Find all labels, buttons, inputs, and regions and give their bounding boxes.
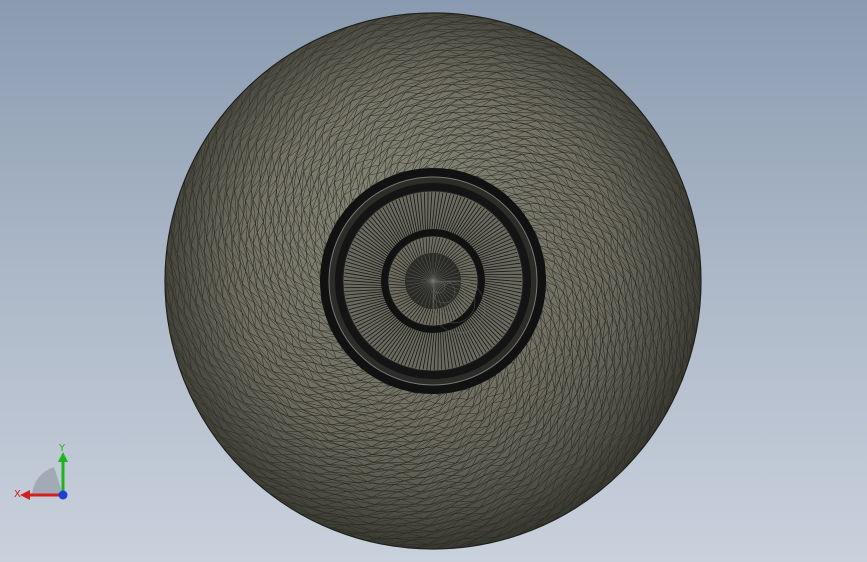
z-axis-dot-icon bbox=[58, 490, 68, 500]
triad-plane-icon bbox=[32, 467, 63, 495]
mesh-model[interactable] bbox=[0, 0, 867, 562]
y-axis-label: Y bbox=[58, 443, 66, 454]
axis-triad: Y X bbox=[14, 443, 68, 500]
hub-assembly bbox=[320, 168, 546, 394]
x-axis-arrow-icon bbox=[20, 490, 30, 500]
graphics-viewport[interactable]: Y X bbox=[0, 0, 867, 562]
x-axis-label: X bbox=[14, 489, 21, 500]
